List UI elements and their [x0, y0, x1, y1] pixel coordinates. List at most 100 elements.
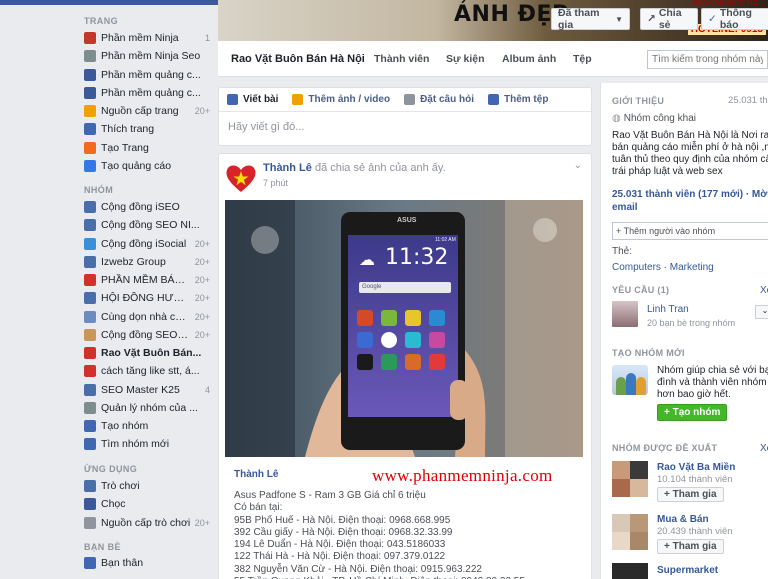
sidebar-item[interactable]: Rao Vặt Buôn Bán... — [84, 344, 210, 362]
sidebar-item-label: Nguồn cấp trang — [101, 105, 179, 117]
desc-line: trái pháp luật và web sex — [612, 166, 723, 177]
composer-tab[interactable]: Đặt câu hỏi — [404, 94, 474, 105]
sidebar-item[interactable]: PHẦN MỀM BÁN ... 20+ — [84, 271, 210, 289]
sidebar-item[interactable]: Chọc — [84, 495, 210, 513]
post-line: 382 Nguyễn Văn Cừ - Hà Nội. Điện thoại: … — [234, 563, 482, 575]
share-button[interactable]: ↗ Chia sẻ — [640, 7, 698, 31]
app-icon — [429, 332, 445, 348]
sidebar-item[interactable]: Tìm nhóm mới — [84, 435, 210, 453]
join-group-button[interactable]: + Tham gia — [657, 539, 724, 554]
composer-tab[interactable]: Thêm ảnh / video — [292, 94, 390, 105]
suggestion-name[interactable]: Supermarket — [657, 565, 718, 578]
suggestion-name[interactable]: Mua & Bán — [657, 514, 709, 527]
photo-icon — [292, 94, 304, 105]
sidebar-item[interactable]: Thích trang — [84, 120, 210, 138]
group-name[interactable]: Rao Vặt Buôn Bán Hà Nội — [231, 53, 365, 65]
phone-search-bar: Google — [359, 282, 451, 293]
globe-icon — [84, 237, 96, 250]
plus-icon — [84, 420, 96, 432]
join-group-button[interactable]: + Tham gia — [657, 487, 724, 502]
app-icon — [357, 332, 373, 348]
watermark: www.phanmemninja.com — [372, 466, 553, 485]
add-member-input[interactable]: + Thêm người vào nhóm — [612, 222, 768, 240]
cloud-icon: ☁ — [359, 252, 375, 269]
sidebar-item[interactable]: HỘI ĐỒNG HƯƠN... 20+ — [84, 289, 210, 307]
sidebar-item[interactable]: cách tăng like stt, á... — [84, 362, 210, 380]
question-icon — [404, 94, 416, 105]
sidebar-item-label: Cộng đồng iSocial — [101, 237, 187, 250]
chevron-down-icon: ▼ — [615, 14, 623, 24]
sidebar-item-label: Tạo nhóm — [101, 420, 149, 432]
sidebar-item[interactable]: Phần mềm quảng c... — [84, 66, 210, 84]
sidebar-item[interactable]: Cùng dọn nhà cho ... 20+ — [84, 308, 210, 326]
requests-link[interactable]: Xe — [760, 285, 768, 296]
sidebar-item-label: Cùng dọn nhà cho ... — [101, 310, 191, 323]
globe-icon: ◍ — [612, 113, 621, 124]
facebook-page-icon — [84, 86, 96, 99]
composer-tab-label: Viết bài — [243, 94, 279, 105]
tab-members[interactable]: Thành viên — [374, 53, 429, 65]
suggestion-image[interactable] — [612, 514, 648, 550]
chevron-down-icon[interactable]: ⌄ — [574, 160, 582, 171]
suggestion-name[interactable]: Rao Vặt Ba Miền — [657, 462, 735, 475]
composer-tab-label: Thêm tệp — [503, 94, 549, 105]
sidebar-item[interactable]: SEO Master K25 4 — [84, 381, 210, 399]
post-author[interactable]: Thành Lê — [263, 162, 312, 174]
notify-button[interactable]: ✓ Thông báo — [701, 7, 768, 31]
cover-small-text: ...ĐUN CẤP NHẤT MỘ... — [686, 0, 764, 7]
sidebar-item[interactable]: Cộng đồng iSEO — [84, 198, 210, 216]
composer-input[interactable]: Hãy viết gì đó... — [219, 112, 591, 142]
sidebar-item-label: Quản lý nhóm của ... — [101, 401, 198, 414]
tab-albums[interactable]: Album ảnh — [502, 53, 556, 65]
sidebar-item[interactable]: Bạn thân — [84, 554, 210, 572]
sidebar-item[interactable]: Quản lý nhóm của ... — [84, 399, 210, 417]
star-icon — [84, 557, 96, 569]
sidebar-item[interactable]: Nguồn cấp trò chơi 20+ — [84, 514, 210, 532]
app-icon — [429, 310, 445, 326]
composer-tab-label: Thêm ảnh / video — [308, 94, 391, 105]
sidebar-item[interactable]: Tạo quảng cáo — [84, 157, 210, 175]
suggestion-image[interactable] — [612, 461, 648, 497]
thumb — [612, 461, 630, 479]
sidebar-item[interactable]: Tạo Trang — [84, 139, 210, 157]
sidebar-item[interactable]: Phần mềm Ninja 1 — [84, 29, 210, 47]
post-photo[interactable]: ASUS 11:02 AM ☁ 11:32 Google — [225, 200, 583, 457]
sidebar-item[interactable]: Phần mềm quảng c... — [84, 84, 210, 102]
group-icon — [84, 255, 96, 268]
request-name[interactable]: Linh Tran — [647, 304, 689, 317]
sidebar-item-count: 1 — [204, 33, 210, 43]
post-line: 194 Lê Duẩn - Hà Nội. Điện thoại: 043.51… — [234, 539, 446, 551]
post-time[interactable]: 7 phút — [263, 178, 288, 188]
sidebar-item-label: PHẦN MỀM BÁN ... — [101, 274, 191, 286]
composer-tab[interactable]: Viết bài — [227, 94, 278, 105]
sidebar-item[interactable]: Cộng đồng SEO NI... — [84, 216, 210, 234]
email-link[interactable]: email — [612, 202, 638, 215]
composer-tab[interactable]: Thêm tệp — [487, 94, 549, 105]
app-icon-grid — [357, 310, 451, 370]
sidebar-item[interactable]: Trò chơi — [84, 477, 210, 495]
sidebar-item[interactable]: Cộng đồng SEO23 ...20+ — [84, 326, 210, 344]
request-avatar[interactable] — [612, 301, 638, 327]
group-search-input[interactable] — [647, 50, 768, 69]
thumb — [630, 532, 648, 550]
sidebar-item-count: 20+ — [194, 517, 210, 528]
sidebar-item[interactable]: Nguồn cấp trang 20+ — [84, 102, 210, 120]
privacy: ◍ Nhóm công khai — [612, 113, 696, 124]
request-menu-button[interactable]: ⌄ — [755, 305, 768, 319]
joined-button[interactable]: Đã tham gia ▼ — [551, 7, 630, 31]
sidebar-item[interactable]: Cộng đồng iSocial 20+ — [84, 235, 210, 253]
create-group-button[interactable]: + Tạo nhóm — [657, 404, 728, 421]
suggestion-image[interactable] — [612, 563, 648, 579]
members-line[interactable]: 25.031 thành viên (177 mới) · Mời bạ — [612, 189, 768, 202]
sidebar-item[interactable]: Tạo nhóm — [84, 417, 210, 435]
sidebar-item[interactable]: Izwebz Group 20+ — [84, 253, 210, 271]
suggest-link[interactable]: Xe — [760, 443, 768, 454]
sidebar-item[interactable]: Phần mềm Ninja Seo — [84, 47, 210, 65]
chart-icon — [84, 159, 96, 172]
file-icon — [487, 94, 499, 105]
megaphone-icon — [84, 105, 96, 117]
tab-files[interactable]: Tệp — [573, 53, 592, 65]
tags[interactable]: Computers · Marketing — [612, 262, 714, 275]
author-avatar[interactable] — [225, 162, 257, 194]
tab-events[interactable]: Sự kiện — [446, 53, 485, 65]
